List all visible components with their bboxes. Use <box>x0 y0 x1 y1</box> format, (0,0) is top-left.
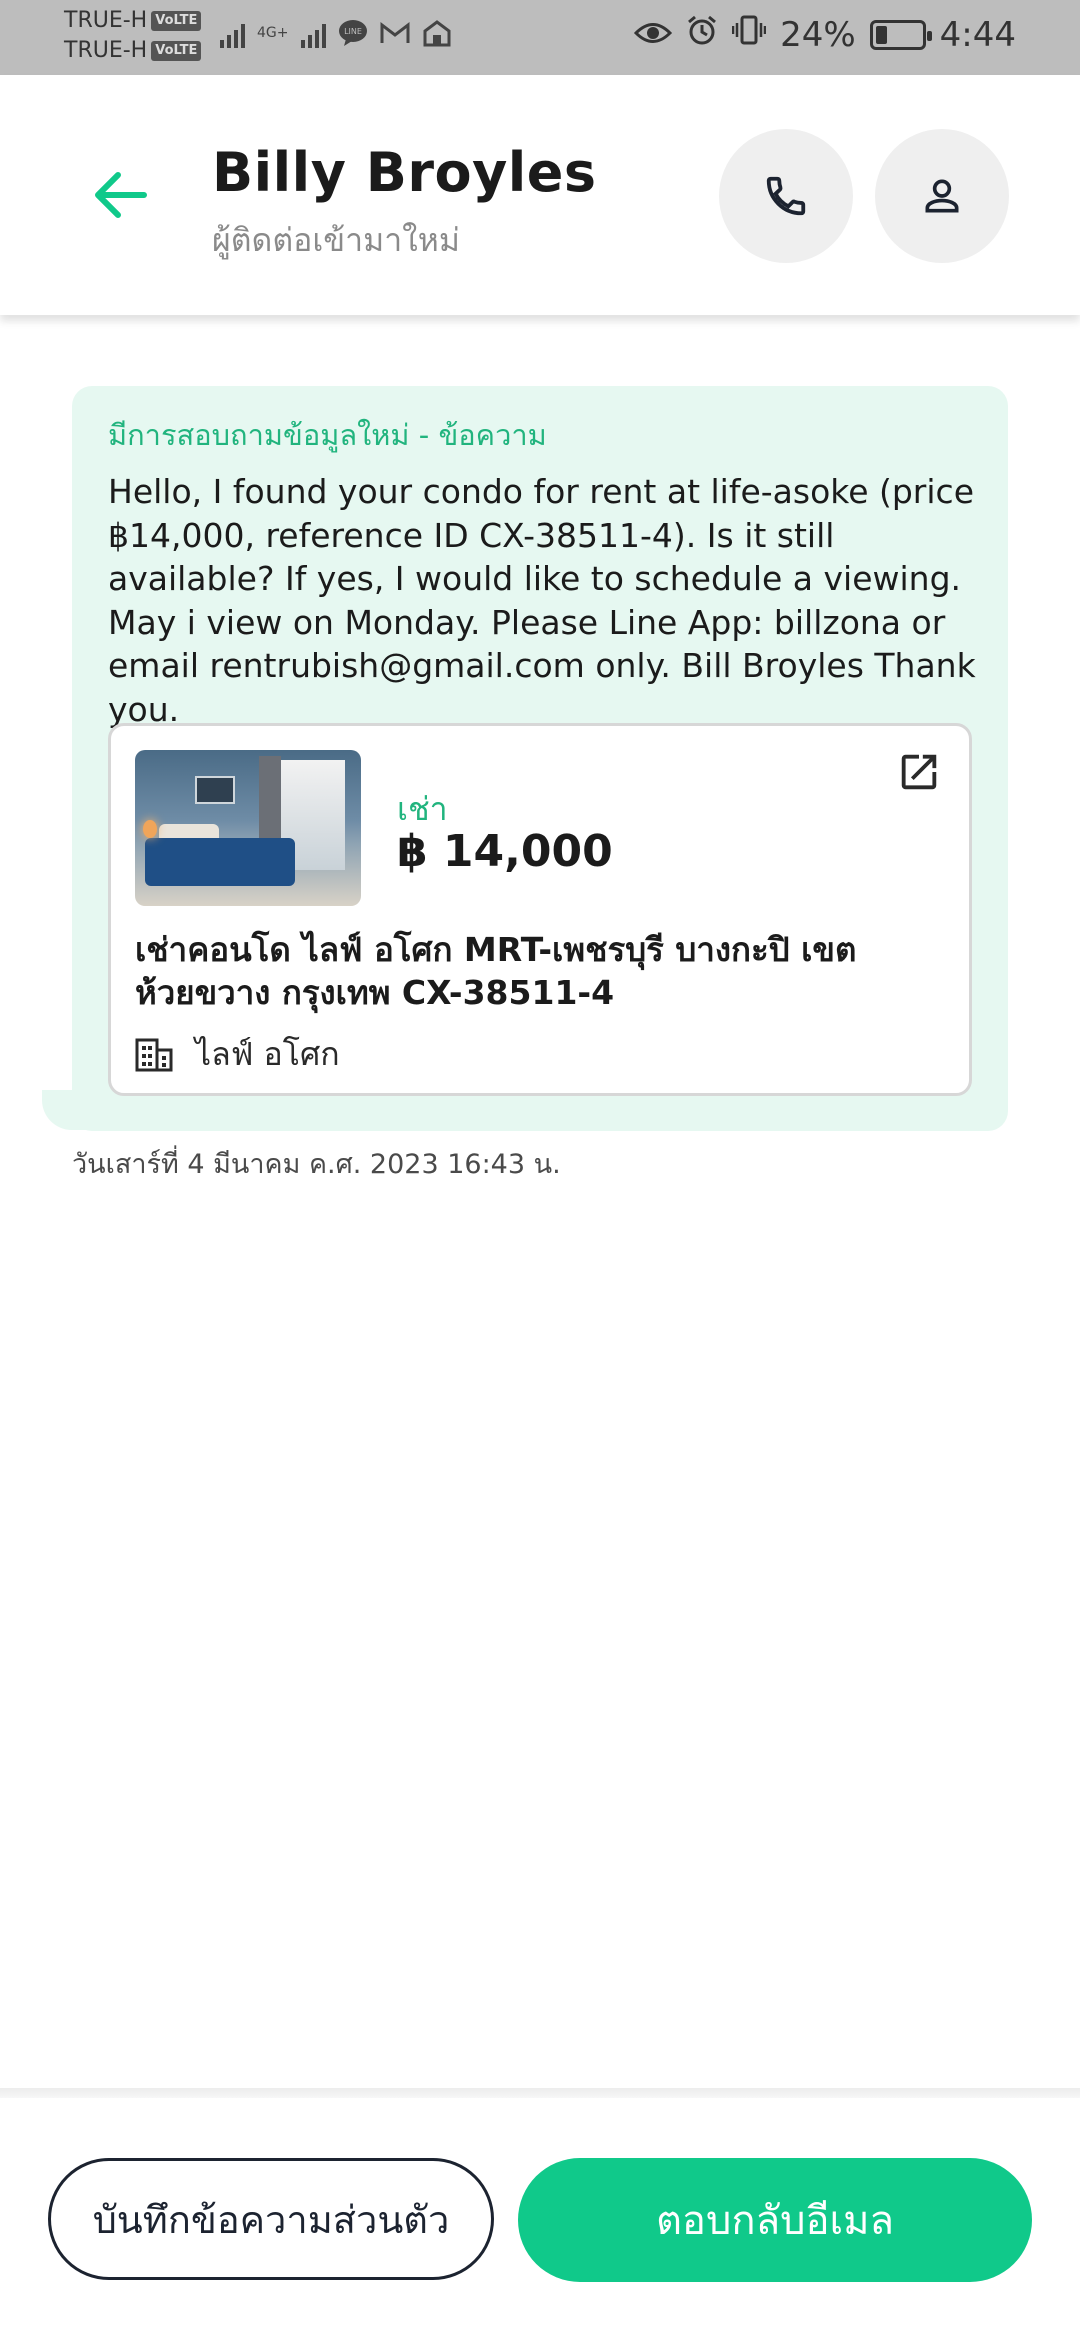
person-icon <box>925 179 959 213</box>
bottom-divider <box>0 2088 1080 2098</box>
back-button[interactable] <box>88 163 152 227</box>
message-body: Hello, I found your condo for rent at li… <box>108 472 976 729</box>
listing-photo <box>135 750 361 906</box>
external-link-icon <box>901 754 937 790</box>
svg-text:LINE: LINE <box>344 27 362 36</box>
battery-fill <box>875 25 887 44</box>
contact-status: ผู้ติดต่อเข้ามาใหม่ <box>212 221 460 259</box>
listing-price: ฿ 14,000 <box>397 826 613 877</box>
building-icon <box>135 1038 173 1071</box>
vibrate-icon <box>731 14 767 55</box>
carrier-info: TRUE-H VoLTE TRUE-H VoLTE <box>64 6 202 66</box>
line-app-icon: LINE <box>338 18 368 48</box>
status-bar: TRUE-H VoLTE TRUE-H VoLTE 4G+ LINE 24% 4… <box>0 0 1080 75</box>
message-bubble: มีการสอบถามข้อมูลใหม่ - ข้อความ Hello, I… <box>72 386 1008 1131</box>
carrier-1: TRUE-H <box>64 8 148 33</box>
volte-badge: VoLTE <box>151 41 202 61</box>
conversation-header: Billy Broyles ผู้ติดต่อเข้ามาใหม่ <box>0 75 1080 315</box>
reply-email-button[interactable]: ตอบกลับอีเมล <box>518 2158 1032 2282</box>
volte-badge: VoLTE <box>151 11 202 31</box>
call-button[interactable] <box>719 129 853 263</box>
battery-icon <box>869 19 932 50</box>
battery-percent: 24% <box>780 14 856 55</box>
alarm-icon <box>686 14 718 55</box>
phone-icon <box>766 176 806 216</box>
project-name: ไลฟ์ อโศก <box>195 1035 340 1073</box>
private-note-button[interactable]: บันทึกข้อความส่วนตัว <box>48 2158 494 2280</box>
signal-icon <box>300 18 326 48</box>
signal-icon <box>220 18 245 48</box>
home-app-icon <box>422 18 452 48</box>
contact-name: Billy Broyles <box>212 141 597 204</box>
carrier-2: TRUE-H <box>64 38 148 63</box>
eye-icon <box>633 15 673 55</box>
listing-title: เช่าคอนโด ไลฟ์ อโศก MRT-เพชรบุรี บางกะปิ… <box>135 930 857 1012</box>
message-timestamp: วันเสาร์ที่ 4 มีนาคม ค.ศ. 2023 16:43 น. <box>72 1149 561 1180</box>
gmail-icon <box>380 18 410 48</box>
network-type: 4G+ <box>257 25 289 41</box>
open-listing-button[interactable] <box>893 746 945 798</box>
listing-project: ไลฟ์ อโศก <box>135 1029 340 1080</box>
clock: 4:44 <box>939 14 1016 55</box>
message-title: มีการสอบถามข้อมูลใหม่ - ข้อความ <box>108 418 547 452</box>
arrow-left-icon <box>95 172 147 218</box>
listing-card[interactable]: เช่า ฿ 14,000 เช่าคอนโด ไลฟ์ อโศก MRT-เพ… <box>108 723 972 1096</box>
profile-button[interactable] <box>875 129 1009 263</box>
